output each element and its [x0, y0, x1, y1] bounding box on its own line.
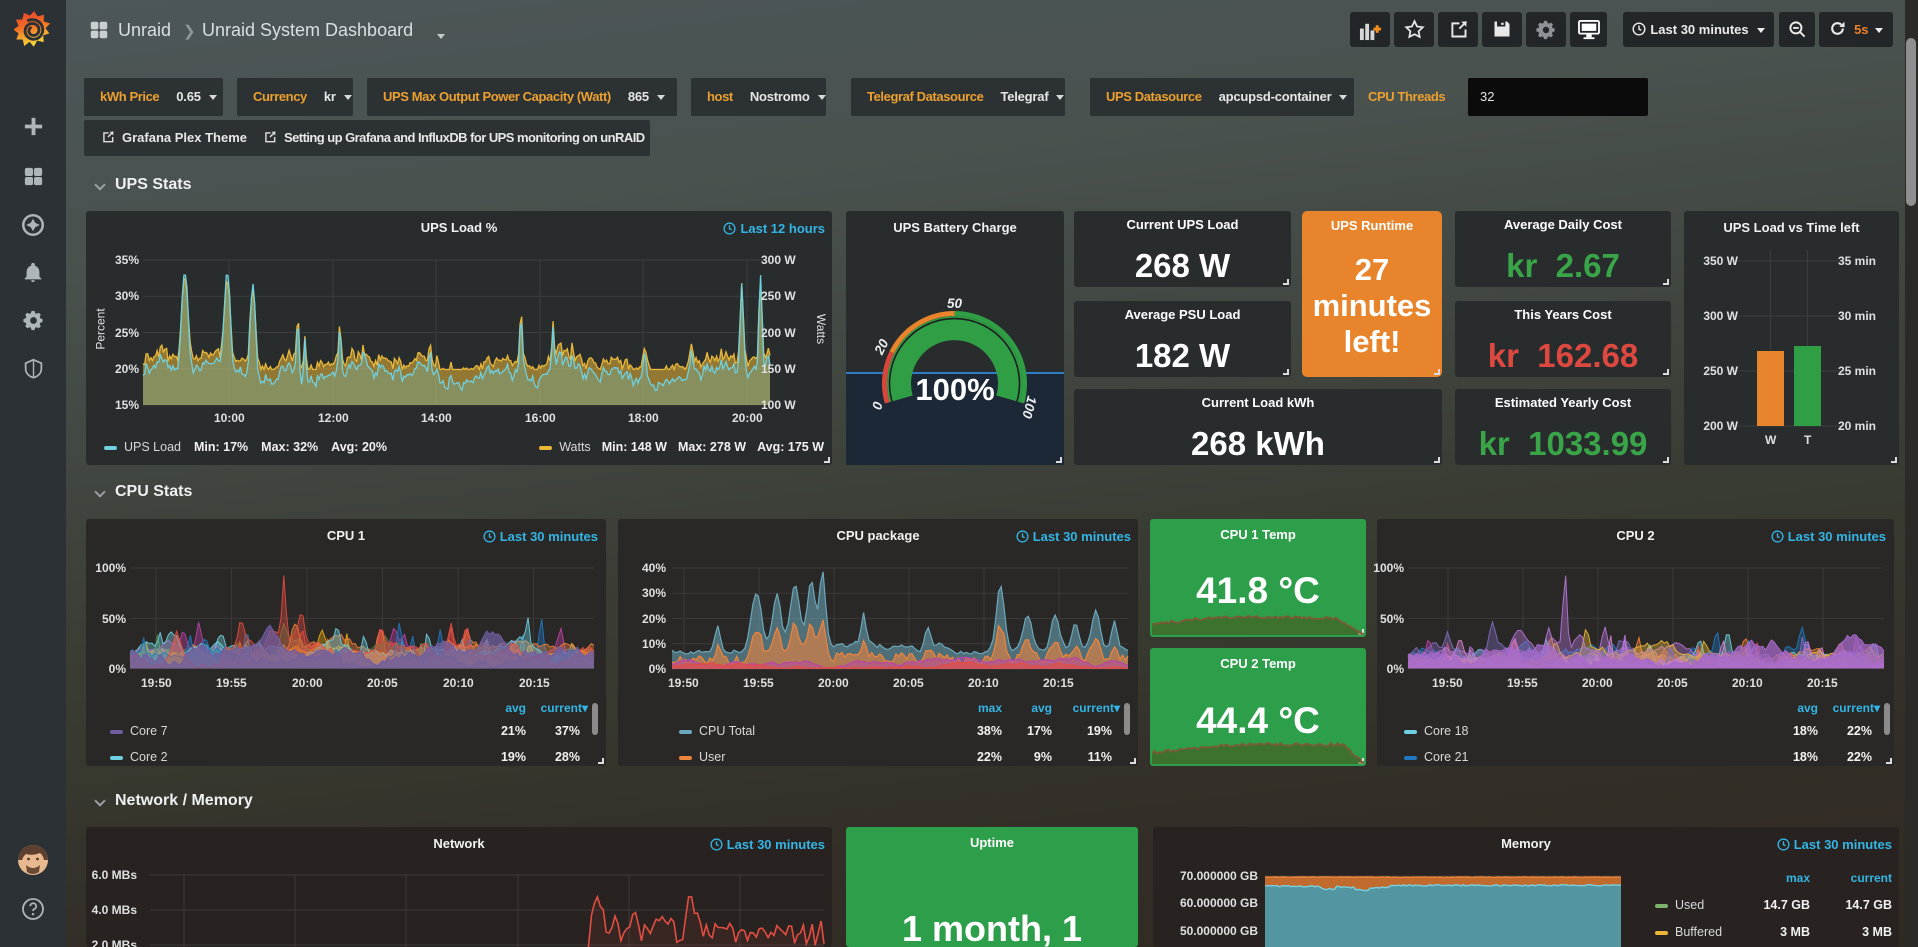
svg-text:50: 50 [947, 296, 963, 311]
